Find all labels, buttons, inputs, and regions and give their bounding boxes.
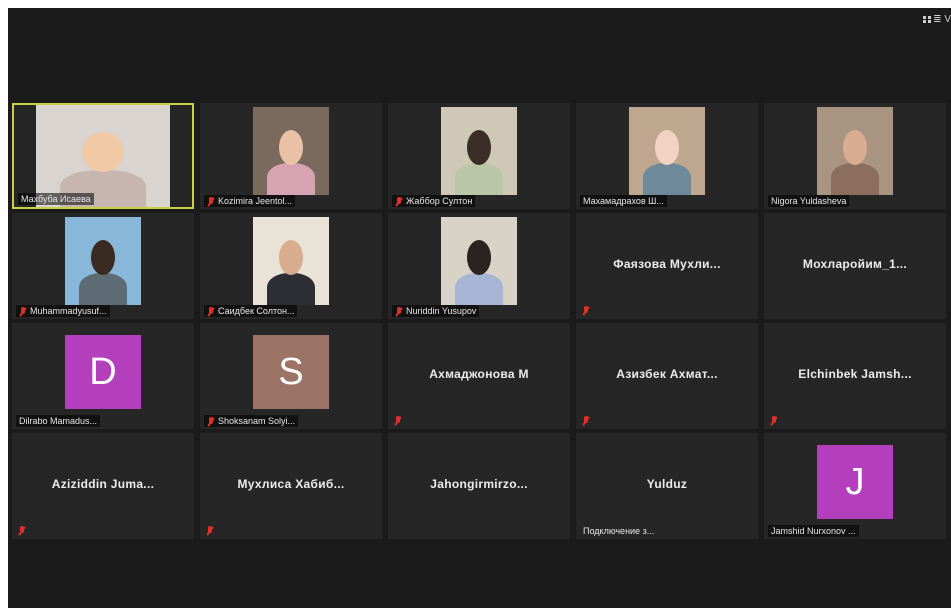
participant-tile[interactable]: Мохларойим_1... [764, 213, 946, 319]
participant-name-label: Shoksanam Solyi... [204, 415, 299, 427]
participant-name-display: Yulduz [646, 477, 688, 491]
participant-video [65, 217, 141, 305]
participant-tile[interactable]: Фаязова Мухли... [576, 213, 758, 319]
muted-mic-icon [394, 416, 402, 425]
participant-avatar: S [253, 335, 329, 409]
participant-tile[interactable]: D Dilrabo Mamadus... [12, 323, 194, 429]
status-text: Подключение з... [583, 526, 655, 536]
participant-name-display: Jahongirmirzo... [430, 477, 528, 491]
participant-name-display: Aziziddin Juma... [51, 477, 155, 491]
participant-name-label: Жаббор Султон [392, 195, 476, 207]
connection-status: Подключение з... [580, 525, 657, 537]
muted-mic-icon [770, 416, 778, 425]
participant-avatar: J [817, 445, 893, 519]
participant-video [629, 107, 705, 195]
participant-tile[interactable]: Азизбек Ахмат... [576, 323, 758, 429]
muted-mic-icon [19, 306, 27, 316]
participant-video [817, 107, 893, 195]
participant-name-display: Мухлиса Хабиб... [237, 477, 345, 491]
participant-name-display: Фаязова Мухли... [613, 257, 721, 271]
participant-tile[interactable]: J Jamshid Nurxonov ... [764, 433, 946, 539]
participant-name: Muhammadyusuf... [30, 306, 107, 316]
participant-tile[interactable]: Nigora Yuldasheva [764, 103, 946, 209]
participant-name-label: Dilrabo Mamadus... [16, 415, 101, 427]
participant-video [36, 105, 170, 207]
participant-name-label: Махамадрахов Ш... [580, 195, 667, 207]
participant-tile[interactable]: Jahongirmirzo... [388, 433, 570, 539]
participant-name: Dilrabo Mamadus... [19, 416, 98, 426]
participant-tile[interactable]: Махбуба Исаева [12, 103, 194, 209]
muted-mic-icon [207, 306, 215, 316]
participant-tile[interactable]: Elchinbek Jamsh... [764, 323, 946, 429]
gallery-view-label: ≣ V [933, 14, 951, 25]
participant-tile[interactable]: Жаббор Султон [388, 103, 570, 209]
participant-name: Nuriddin Yusupov [406, 306, 477, 316]
participant-tile[interactable]: Muhammadyusuf... [12, 213, 194, 319]
muted-mic-icon [582, 306, 590, 315]
participant-name-display: Мохларойим_1... [802, 257, 908, 271]
participant-name: Саидбек Солтон... [218, 306, 295, 316]
participant-grid: Махбуба Исаева Kozimira Jeentol... Жаббор … [12, 103, 946, 539]
participant-avatar: D [65, 335, 141, 409]
muted-mic-icon [18, 526, 26, 535]
participant-tile[interactable]: S Shoksanam Solyi... [200, 323, 382, 429]
participant-tile[interactable]: Махамадрахов Ш... [576, 103, 758, 209]
participant-name-label: Nigora Yuldasheva [768, 195, 850, 207]
participant-video [253, 217, 329, 305]
muted-mic-icon [206, 526, 214, 535]
participant-name: Kozimira Jeentol... [218, 196, 293, 206]
participant-tile[interactable]: Kozimira Jeentol... [200, 103, 382, 209]
participant-name-display: Elchinbek Jamsh... [798, 367, 912, 381]
participant-name: Jamshid Nurxonov ... [771, 526, 856, 536]
gallery-view-icon [923, 16, 932, 23]
gallery-view-button[interactable]: ≣ V [923, 14, 951, 25]
participant-name: Махамадрахов Ш... [583, 196, 664, 206]
participant-video [441, 107, 517, 195]
participant-tile[interactable]: Yulduz Подключение з... [576, 433, 758, 539]
participant-tile[interactable]: Саидбек Солтон... [200, 213, 382, 319]
participant-name-display: Ахмаджонова М [429, 367, 529, 381]
muted-mic-icon [582, 416, 590, 425]
participant-tile[interactable]: Aziziddin Juma... [12, 433, 194, 539]
participant-name-label: Nuriddin Yusupov [392, 305, 480, 317]
participant-tile[interactable]: Мухлиса Хабиб... [200, 433, 382, 539]
muted-mic-icon [207, 196, 215, 206]
meeting-window: ≣ V Махбуба Исаева Kozimira Jeentol... Жаб… [8, 8, 951, 608]
participant-video [441, 217, 517, 305]
muted-mic-icon [395, 306, 403, 316]
muted-mic-icon [395, 196, 403, 206]
participant-video [253, 107, 329, 195]
participant-name-label: Jamshid Nurxonov ... [768, 525, 859, 537]
participant-name-label: Махбуба Исаева [18, 193, 94, 205]
participant-name-display: Азизбек Ахмат... [616, 367, 718, 381]
participant-name: Shoksanam Solyi... [218, 416, 296, 426]
muted-mic-icon [207, 416, 215, 426]
participant-name-label: Kozimira Jeentol... [204, 195, 296, 207]
participant-name-label: Muhammadyusuf... [16, 305, 110, 317]
participant-tile[interactable]: Ахмаджонова М [388, 323, 570, 429]
participant-tile[interactable]: Nuriddin Yusupov [388, 213, 570, 319]
participant-name: Nigora Yuldasheva [771, 196, 847, 206]
participant-name: Махбуба Исаева [21, 194, 91, 204]
participant-name: Жаббор Султон [406, 196, 473, 206]
participant-name-label: Саидбек Солтон... [204, 305, 298, 317]
